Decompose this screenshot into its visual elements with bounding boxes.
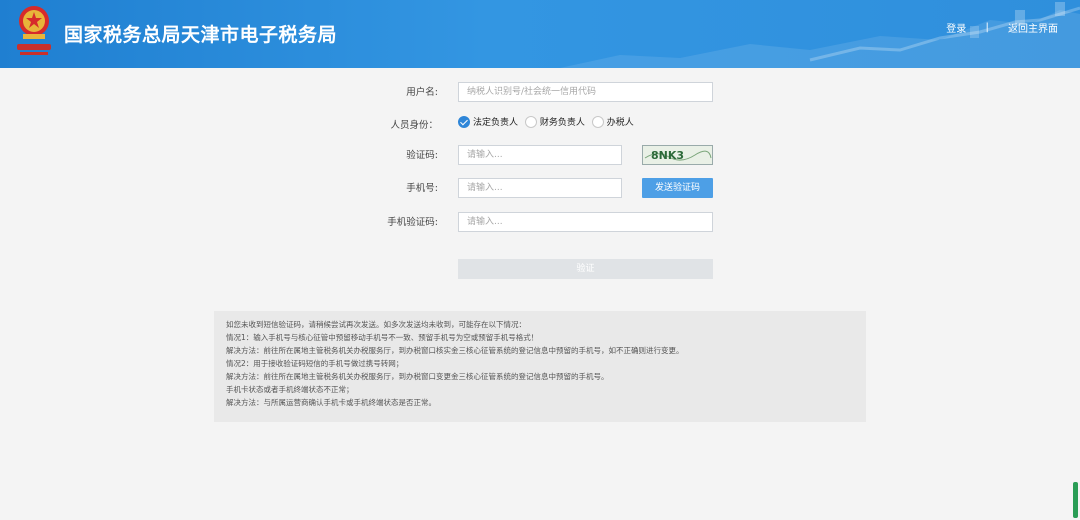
phone-input[interactable]: [458, 178, 622, 198]
notice-line: 手机卡状态或者手机终端状态不正常；: [226, 385, 354, 394]
sms-code-label: 手机验证码:: [387, 217, 438, 228]
identity-radio-group: 法定负责人 财务负责人 办税人: [458, 115, 638, 131]
notice-line: 解决方法：前往所在属地主管税务机关办税服务厅，到办税窗口核实金三核心征管系统的登…: [226, 346, 684, 355]
notice-box: 如您未收到短信验证码，请稍候尝试再次发送。如多次发送均未收到，可能存在以下情况：…: [214, 311, 866, 422]
site-title: 国家税务总局天津市电子税务局: [64, 24, 338, 46]
radio-tax-handler[interactable]: 办税人: [591, 115, 634, 128]
username-label: 用户名:: [406, 87, 438, 98]
captcha-text: 8NK3: [651, 149, 684, 162]
captcha-input[interactable]: [458, 145, 622, 165]
notice-line: 解决方法：与所属运营商确认手机卡或手机终端状态是否正常。: [226, 398, 436, 407]
scrollbar-thumb[interactable]: [1073, 482, 1078, 518]
notice-line: 情况1：输入手机号与核心征管中预留移动手机号不一致、预留手机号为空或预留手机号格…: [226, 333, 539, 342]
notice-line: 情况2：用于接收验证码短信的手机号做过携号转网；: [226, 359, 404, 368]
login-link[interactable]: 登录: [946, 20, 966, 35]
phone-label: 手机号:: [406, 183, 438, 194]
radio-legal-representative[interactable]: 法定负责人: [458, 115, 518, 128]
radio-label: 办税人: [606, 118, 634, 128]
national-tax-emblem-icon: [17, 6, 51, 55]
nav-separator: |: [985, 22, 989, 33]
send-code-button[interactable]: 发送验证码: [642, 178, 713, 198]
username-input[interactable]: [458, 82, 713, 102]
radio-label: 法定负责人: [473, 118, 519, 128]
site-header: 国家税务总局天津市电子税务局 登录 | 返回主界面: [0, 0, 1080, 68]
sms-code-input[interactable]: [458, 212, 713, 232]
notice-line: 解决方法：前往所在属地主管税务机关办税服务厅，到办税窗口变更金三核心征管系统的登…: [226, 372, 609, 381]
checkmark-icon: [458, 115, 470, 128]
identity-label: 人员身份：: [390, 120, 438, 131]
notice-line: 如您未收到短信验证码，请稍候尝试再次发送。如多次发送均未收到，可能存在以下情况：: [226, 320, 526, 329]
header-nav: 登录 | 返回主界面: [946, 20, 1058, 35]
radio-finance-manager[interactable]: 财务负责人: [524, 115, 585, 128]
verify-button[interactable]: 验证: [458, 259, 713, 279]
return-home-link[interactable]: 返回主界面: [1008, 20, 1058, 35]
captcha-label: 验证码:: [406, 150, 438, 161]
radio-label: 财务负责人: [539, 118, 585, 128]
radio-unchecked-icon: [591, 115, 604, 128]
captcha-image[interactable]: 8NK3: [642, 145, 713, 165]
radio-unchecked-icon: [524, 115, 537, 128]
captcha-graphic: 8NK3: [644, 149, 712, 162]
